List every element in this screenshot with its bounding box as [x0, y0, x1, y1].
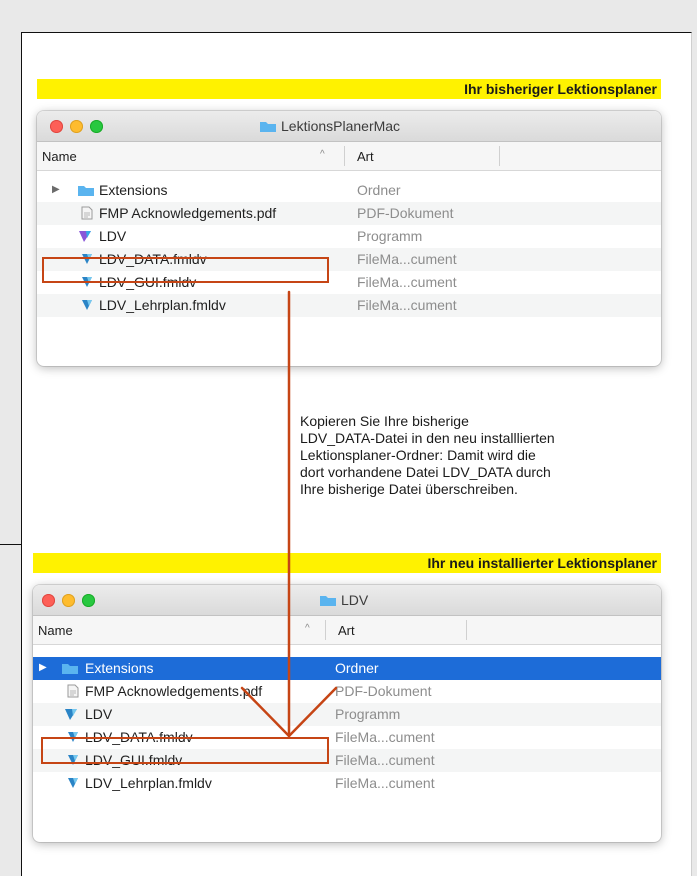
- file-kind: FileMa...cument: [357, 274, 457, 290]
- minimize-button[interactable]: [62, 594, 75, 607]
- app-icon: [65, 709, 77, 720]
- folder-icon: [260, 122, 276, 132]
- zoom-button[interactable]: [90, 120, 103, 133]
- pdf-document-icon: [67, 684, 79, 698]
- instruction-text: Kopieren Sie Ihre bisherige LDV_DATA-Dat…: [300, 413, 555, 497]
- zoom-button[interactable]: [82, 594, 95, 607]
- disclosure-triangle-icon[interactable]: ▶: [39, 662, 47, 673]
- file-kind: PDF-Dokument: [335, 683, 432, 699]
- app-icon: [79, 231, 91, 242]
- margin-tick: [0, 544, 22, 545]
- file-kind: FileMa...cument: [335, 729, 435, 745]
- list-item-pdf[interactable]: FMP Acknowledgements.pdf PDF-Dokument: [33, 680, 661, 703]
- list-item-lehrplan[interactable]: LDV_Lehrplan.fmldv FileMa...cument: [33, 772, 661, 795]
- window-title-text: LDV: [341, 592, 369, 608]
- folder-icon: [320, 596, 336, 606]
- file-kind: Ordner: [357, 182, 401, 198]
- column-header: Name ^ Art: [37, 142, 661, 171]
- column-name[interactable]: Name: [42, 149, 77, 164]
- close-button[interactable]: [42, 594, 55, 607]
- file-name: Extensions: [99, 182, 168, 198]
- column-divider[interactable]: [344, 146, 345, 166]
- finder-window-new: LDV Name ^ Art ▶ Extensions Ordner FMP A…: [33, 585, 661, 842]
- file-name: LDV: [85, 706, 113, 722]
- pdf-document-icon: [81, 206, 93, 220]
- sort-chevron-icon[interactable]: ^: [320, 149, 325, 160]
- column-kind[interactable]: Art: [357, 149, 374, 164]
- column-name[interactable]: Name: [38, 623, 73, 638]
- file-kind: FileMa...cument: [357, 251, 457, 267]
- title-bar[interactable]: LDV: [33, 585, 661, 616]
- file-name: Extensions: [85, 660, 154, 676]
- column-divider[interactable]: [499, 146, 500, 166]
- title-bar[interactable]: LektionsPlanerMac: [37, 111, 661, 142]
- disclosure-triangle-icon[interactable]: ▶: [52, 184, 60, 195]
- list-item-extensions[interactable]: ▶ Extensions Ordner: [33, 657, 661, 680]
- file-kind: FileMa...cument: [357, 297, 457, 313]
- column-header: Name ^ Art: [33, 616, 661, 645]
- column-divider[interactable]: [325, 620, 326, 640]
- close-button[interactable]: [50, 120, 63, 133]
- file-name: FMP Acknowledgements.pdf: [99, 205, 277, 221]
- file-name: LDV_Lehrplan.fmldv: [85, 775, 212, 791]
- banner-new-planner: Ihr neu installierter Lektionsplaner: [33, 553, 661, 573]
- file-kind: FileMa...cument: [335, 775, 435, 791]
- folder-icon: [62, 664, 78, 674]
- file-name: LDV_Lehrplan.fmldv: [99, 297, 226, 313]
- list-item-pdf[interactable]: FMP Acknowledgements.pdf PDF-Dokument: [37, 202, 661, 225]
- filemaker-file-icon: [68, 778, 78, 788]
- highlight-box-new-data: [41, 737, 329, 764]
- column-divider[interactable]: [466, 620, 467, 640]
- window-title: LektionsPlanerMac: [259, 118, 400, 134]
- minimize-button[interactable]: [70, 120, 83, 133]
- highlight-box-old-data: [42, 257, 329, 283]
- filemaker-file-icon: [82, 300, 92, 310]
- column-kind[interactable]: Art: [338, 623, 355, 638]
- file-kind: Programm: [335, 706, 401, 722]
- finder-window-old: LektionsPlanerMac Name ^ Art ▶ Extension…: [37, 111, 661, 366]
- file-kind: PDF-Dokument: [357, 205, 454, 221]
- sort-chevron-icon[interactable]: ^: [305, 623, 310, 634]
- window-title: LDV: [319, 592, 368, 608]
- list-item-app[interactable]: LDV Programm: [37, 225, 661, 248]
- list-item-extensions[interactable]: ▶ Extensions Ordner: [37, 179, 661, 202]
- file-kind: Programm: [357, 228, 423, 244]
- window-title-text: LektionsPlanerMac: [281, 118, 401, 134]
- list-item-app[interactable]: LDV Programm: [33, 703, 661, 726]
- banner-old-planner: Ihr bisheriger Lektionsplaner: [37, 79, 661, 99]
- list-item-lehrplan[interactable]: LDV_Lehrplan.fmldv FileMa...cument: [37, 294, 661, 317]
- file-name: FMP Acknowledgements.pdf: [85, 683, 263, 699]
- file-kind: FileMa...cument: [335, 752, 435, 768]
- folder-icon: [78, 186, 94, 196]
- file-name: LDV: [99, 228, 127, 244]
- file-kind: Ordner: [335, 660, 379, 676]
